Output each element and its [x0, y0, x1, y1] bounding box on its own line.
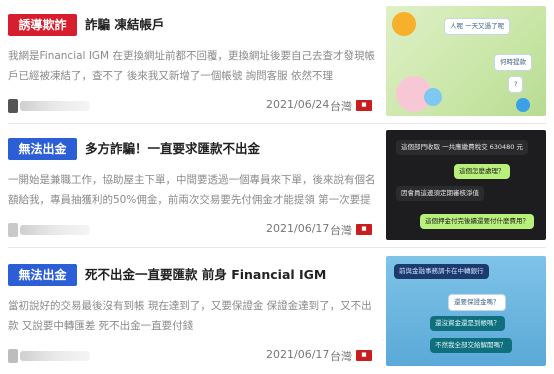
- thumb-bubble: 人呢 一天又過了呢: [444, 18, 511, 35]
- post-thumbnail[interactable]: 人呢 一天又過了呢 何時提款 ?: [386, 6, 546, 116]
- post-date: 2021/06/24: [266, 98, 330, 111]
- thumb-bubble: 這個押金付完後續還要付什麼費用？: [420, 214, 534, 229]
- category-badge[interactable]: 無法出金: [8, 264, 77, 286]
- post-card[interactable]: 無法出金 多方詐騙！一直要求匯款不出金 一開始是兼職工作，協助屋主下單，中間要透…: [0, 130, 554, 248]
- post-thumbnail[interactable]: 前與金融事務調卡在中轉銀行 還要保證金嗎？ 還沒資金還是到帳嗎？ 不然我全部交給…: [386, 256, 546, 366]
- post-date: 2021/06/17: [266, 348, 330, 361]
- post-excerpt: 一開始是兼職工作，協助屋主下單，中間要透過一個專員來下單，後來說有個名額給我，專…: [8, 174, 376, 206]
- taiwan-flag-icon: ■: [356, 224, 372, 235]
- thumb-bubble: 這個部門收取 一共應繳費稅交 630480 元: [396, 140, 529, 155]
- post-title[interactable]: 多方詐騙！一直要求匯款不出金: [85, 138, 260, 160]
- taiwan-flag-icon: ■: [356, 350, 372, 361]
- thumb-bubble: ?: [508, 76, 524, 93]
- post-thumbnail[interactable]: 這個部門收取 一共應繳費稅交 630480 元 這個怎麼處理？ 因會員這邊須定期…: [386, 130, 546, 240]
- post-excerpt: 當初說好的交易最後沒有到帳 現在達到了，又要保證金 保證金達到了，又不出款 又說…: [8, 300, 372, 332]
- author-name-blurred: [20, 101, 90, 111]
- thumb-bubble: 還沒資金還是到帳嗎？: [430, 316, 505, 331]
- author-name-blurred: [20, 351, 90, 361]
- post-title[interactable]: 詐騙 凍結帳戶: [85, 14, 164, 36]
- thumb-bubble: 前與金融事務調卡在中轉銀行: [394, 264, 489, 279]
- post-card[interactable]: 誘導欺詐 詐騙 凍結帳戶 我網是Financial IGM 在更換網址前都不回覆…: [0, 6, 554, 124]
- divider: [8, 247, 546, 248]
- thumb-bubble: 不然我全部交給解開嗎？: [430, 338, 512, 353]
- post-title[interactable]: 死不出金一直要匯款 前身 Financial IGM: [85, 264, 326, 286]
- category-badge[interactable]: 無法出金: [8, 138, 77, 160]
- post-date: 2021/06/17: [266, 222, 330, 235]
- author-name-blurred: [20, 225, 90, 235]
- post-card[interactable]: 無法出金 死不出金一直要匯款 前身 Financial IGM 當初說好的交易最…: [0, 256, 554, 374]
- thumb-bubble: 因會員這邊須定期審核淨值: [396, 186, 484, 201]
- thumb-bubble: 還要保證金嗎？: [448, 294, 506, 311]
- post-excerpt: 我網是Financial IGM 在更換網址前都不回覆，更換網址後要自己去查才發…: [8, 50, 375, 82]
- category-badge[interactable]: 誘導欺詐: [8, 14, 77, 36]
- post-region: 台灣: [330, 224, 352, 237]
- taiwan-flag-icon: ■: [356, 100, 372, 111]
- avatar: [8, 349, 18, 363]
- thumb-bubble: 這個怎麼處理？: [454, 164, 510, 179]
- divider: [8, 123, 546, 124]
- avatar: [8, 99, 18, 113]
- post-region: 台灣: [330, 100, 352, 113]
- thumb-bubble: 何時提款: [494, 54, 532, 71]
- avatar: [8, 223, 18, 237]
